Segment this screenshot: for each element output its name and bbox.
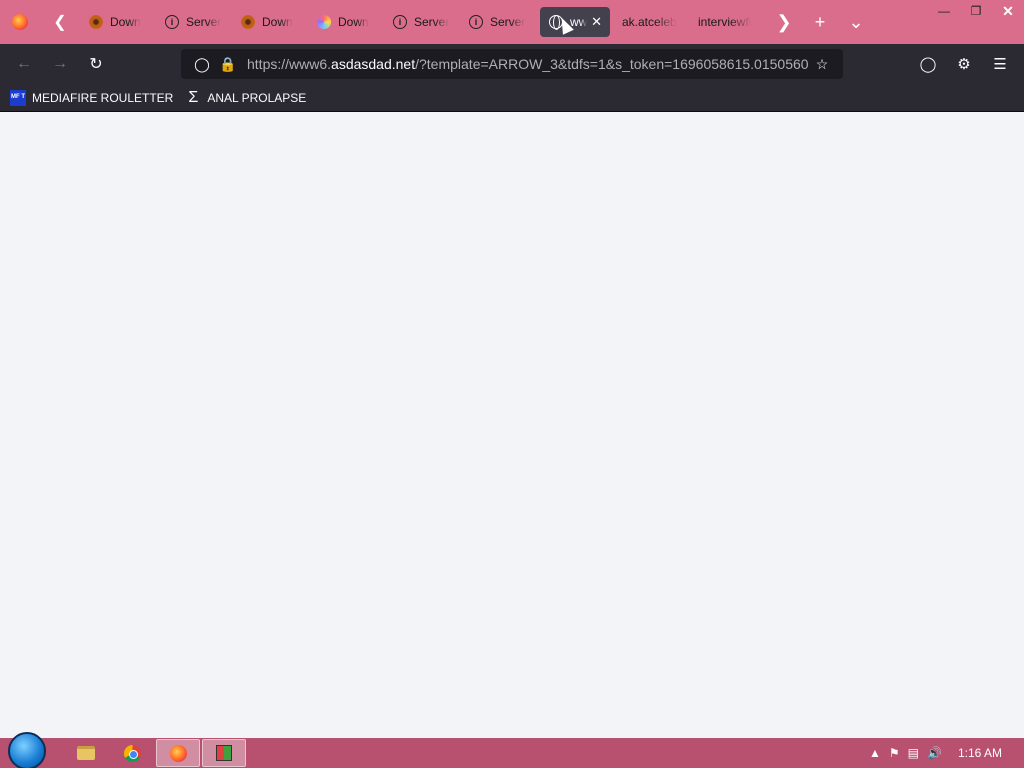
windows-taskbar: ▲ ⚑ ▤ 🔊 1:16 AM <box>0 732 1024 768</box>
colorful-favicon-icon <box>316 14 332 30</box>
firefox-icon <box>169 744 187 762</box>
info-icon: i <box>392 14 408 30</box>
forward-button[interactable]: → <box>42 46 78 82</box>
app-icon <box>216 745 232 761</box>
chrome-icon <box>123 744 141 762</box>
tab-bar: ❮ Down i Server Down Down i Server i Ser… <box>0 0 1024 44</box>
sigma-icon: Σ <box>188 88 199 106</box>
page-content[interactable] <box>0 113 1024 738</box>
bookmark-mediafire-rouletter[interactable]: MF T MEDIAFIRE ROULETTER <box>10 89 174 106</box>
bookmark-label: ANAL PROLAPSE <box>207 90 307 105</box>
mediafire-icon: MF T <box>10 89 26 106</box>
close-window-button[interactable]: ✕ <box>992 0 1024 22</box>
close-tab-icon[interactable]: ✕ <box>591 14 602 30</box>
navigation-toolbar: ← → ↻ ◯ 🔒 https://www6.asdasdad.net/?tem… <box>0 44 1024 84</box>
url-prefix: https://www6. <box>247 56 332 72</box>
system-tray: ▲ ⚑ ▤ 🔊 1:16 AM <box>869 738 1024 768</box>
tab[interactable]: i Server <box>460 7 536 37</box>
bookmarks-toolbar: MF T MEDIAFIRE ROULETTER Σ ANAL PROLAPSE <box>0 84 1024 112</box>
bookmark-label: MEDIAFIRE ROULETTER <box>32 90 174 105</box>
taskbar-firefox[interactable] <box>156 739 200 767</box>
shield-icon[interactable]: ◯ <box>189 51 215 77</box>
tab-title: Down <box>110 15 141 29</box>
minimize-button[interactable]: — <box>928 0 960 22</box>
clock[interactable]: 1:16 AM <box>958 746 1002 760</box>
tab-title: ak.atceleb <box>622 15 677 29</box>
firefox-logo-icon[interactable] <box>0 0 40 44</box>
tab[interactable]: i Server <box>384 7 460 37</box>
url-path: /?template=ARROW_3&tdfs=1&s_token=169605… <box>415 56 809 72</box>
tab[interactable]: interviewfi <box>690 7 766 37</box>
pocket-icon[interactable]: ◯ <box>910 46 946 82</box>
url-domain: asdasdad.net <box>331 56 416 72</box>
scroll-tabs-right-icon[interactable]: ❯ <box>766 0 802 44</box>
reload-button[interactable]: ↻ <box>78 46 114 82</box>
gear-favicon-icon <box>88 14 104 30</box>
tab[interactable]: Down <box>232 7 308 37</box>
info-icon: i <box>164 14 180 30</box>
info-icon: i <box>468 14 484 30</box>
show-hidden-icons-icon[interactable]: ▲ <box>869 746 881 760</box>
restore-button[interactable]: ❐ <box>960 0 992 22</box>
gear-favicon-icon <box>240 14 256 30</box>
menu-icon[interactable]: ☰ <box>982 46 1018 82</box>
lock-icon[interactable]: 🔒 <box>215 51 241 77</box>
taskbar-app[interactable] <box>202 739 246 767</box>
scroll-tabs-left-icon[interactable]: ❮ <box>40 0 80 44</box>
window-controls: — ❐ ✕ <box>928 0 1024 22</box>
list-all-tabs-icon[interactable]: ⌄ <box>838 0 874 44</box>
tab-title: interviewfi <box>698 15 752 29</box>
bookmark-star-icon[interactable]: ☆ <box>809 51 835 77</box>
bookmark-anal-prolapse[interactable]: Σ ANAL PROLAPSE <box>185 88 307 106</box>
tab-title: Server <box>186 15 222 29</box>
tab[interactable]: ak.atceleb <box>614 7 690 37</box>
tab[interactable]: i Server <box>156 7 232 37</box>
url-text[interactable]: https://www6.asdasdad.net/?template=ARRO… <box>241 56 809 72</box>
folder-icon <box>77 746 95 760</box>
network-icon[interactable]: ▤ <box>908 746 919 760</box>
tab-active[interactable]: ww ✕ <box>540 7 610 37</box>
tab[interactable]: Down <box>80 7 156 37</box>
address-bar[interactable]: ◯ 🔒 https://www6.asdasdad.net/?template=… <box>181 49 843 79</box>
new-tab-button[interactable]: + <box>802 0 838 44</box>
volume-icon[interactable]: 🔊 <box>927 746 942 760</box>
tab-title: Down <box>262 15 293 29</box>
taskbar-chrome[interactable] <box>110 739 154 767</box>
action-center-flag-icon[interactable]: ⚑ <box>889 746 900 760</box>
tab[interactable]: Down <box>308 7 384 37</box>
tab-title: Server <box>490 15 526 29</box>
tab-title: Server <box>414 15 450 29</box>
tab-title: Down <box>338 15 369 29</box>
extensions-icon[interactable]: ⚙ <box>946 46 982 82</box>
toolbar-right-tools: ◯ ⚙ ☰ <box>910 46 1018 82</box>
taskbar-file-explorer[interactable] <box>64 739 108 767</box>
back-button[interactable]: ← <box>6 46 42 82</box>
start-button[interactable] <box>8 732 46 768</box>
